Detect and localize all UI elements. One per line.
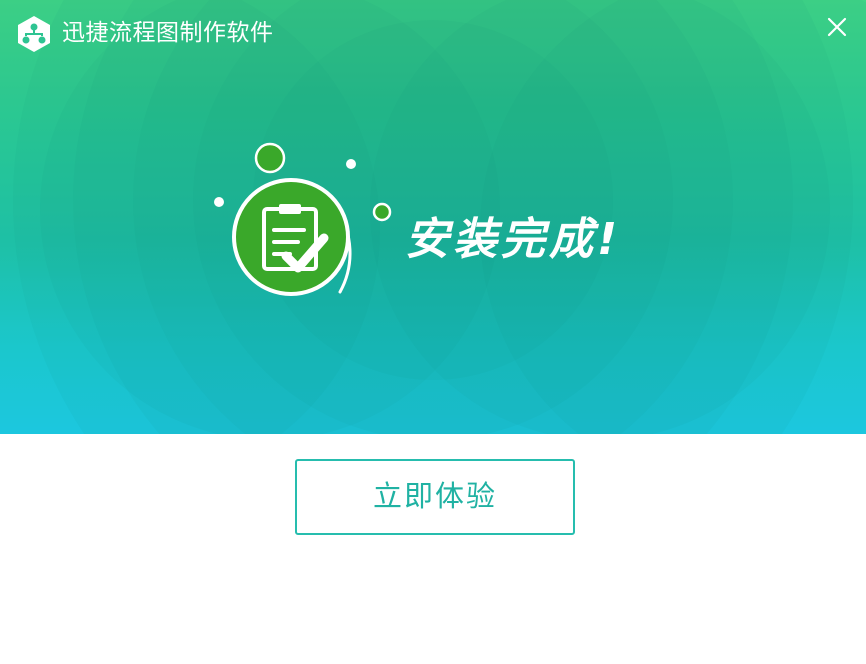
app-title: 迅捷流程图制作软件 xyxy=(62,20,274,46)
completion-banner: 迅捷流程图制作软件 安装完成! xyxy=(0,0,866,434)
clipboard-check-icon xyxy=(214,142,392,296)
installer-window: 迅捷流程图制作软件 安装完成! 立即体验 xyxy=(0,0,866,664)
try-now-button[interactable]: 立即体验 xyxy=(295,459,575,535)
installation-complete-text: 安装完成! xyxy=(405,214,622,265)
title-bar: 迅捷流程图制作软件 xyxy=(0,0,866,64)
close-icon[interactable] xyxy=(820,10,854,44)
flowchart-logo-icon xyxy=(18,16,50,52)
